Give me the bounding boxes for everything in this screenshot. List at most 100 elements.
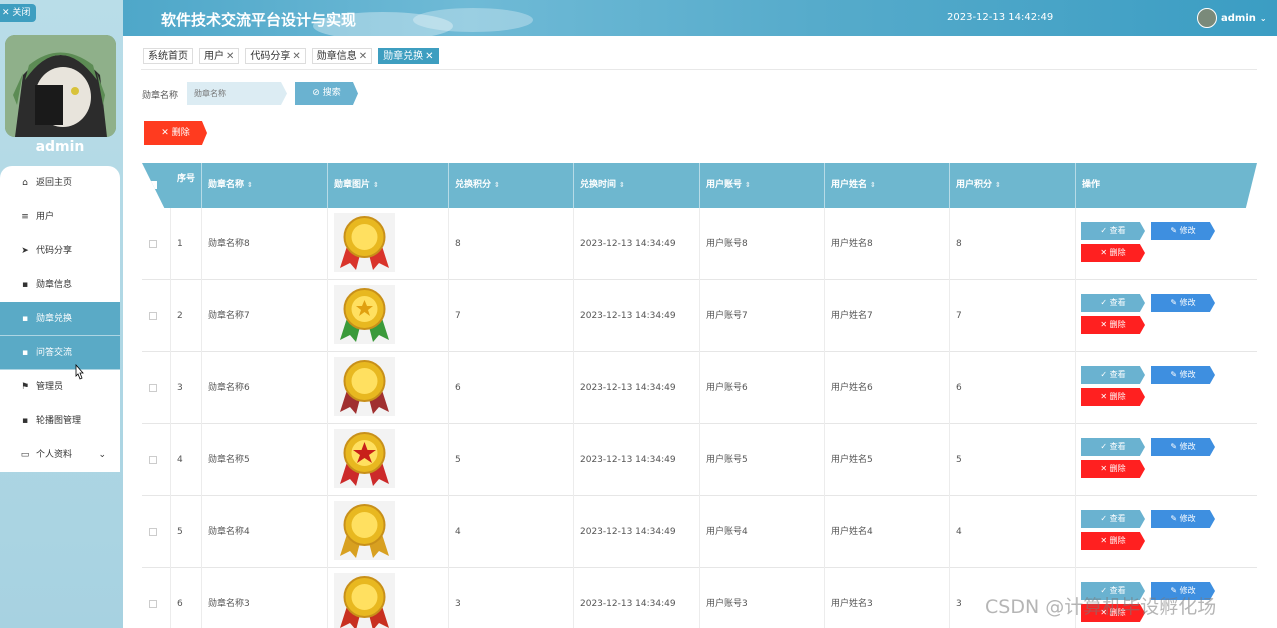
- cell-image: [328, 424, 449, 496]
- sidebar-item-2[interactable]: ➤ 代码分享: [0, 234, 120, 268]
- exchange-table: 序号 勋章名称 ⇕ 勋章图片 ⇕ 兑换积分 ⇕ 兑换时间 ⇕ 用户账号 ⇕ 用户姓名 ⇕ 用…: [142, 163, 1257, 628]
- sidebar-item-label: 问答交流: [36, 348, 73, 358]
- column-header-username-label: 用户姓名: [831, 180, 868, 190]
- cell-name: 勋章名称7: [202, 280, 328, 352]
- close-icon[interactable]: ✕: [425, 51, 433, 62]
- edit-icon: ✎: [1170, 514, 1180, 523]
- view-button-label: 查看: [1109, 226, 1126, 235]
- checkbox-cell: [142, 568, 171, 628]
- cell-time: 2023-12-13 14:34:49: [574, 496, 700, 568]
- view-button[interactable]: ✓ 查看: [1081, 438, 1145, 456]
- cell-actions: ✓ 查看 ✎ 修改 ✕ 删除: [1076, 352, 1257, 424]
- close-icon[interactable]: ✕: [292, 51, 300, 62]
- edit-button-label: 修改: [1179, 370, 1196, 379]
- search-input[interactable]: [187, 82, 287, 105]
- sidebar-item-3[interactable]: ▪ 勋章信息: [0, 268, 120, 302]
- medal-image: [334, 429, 395, 488]
- cell-username: 用户姓名3: [825, 568, 950, 628]
- edit-button[interactable]: ✎ 修改: [1151, 510, 1215, 528]
- view-button[interactable]: ✓ 查看: [1081, 294, 1145, 312]
- edit-button[interactable]: ✎ 修改: [1151, 438, 1215, 456]
- sidebar-item-5[interactable]: ▪ 问答交流: [0, 336, 120, 370]
- sort-icon: ⇕: [247, 181, 253, 189]
- view-button[interactable]: ✓ 查看: [1081, 366, 1145, 384]
- delete-button-label: 删除: [171, 128, 190, 138]
- tab-3[interactable]: 勋章信息 ✕: [311, 48, 373, 64]
- delete-button-label: 删除: [1109, 320, 1126, 329]
- cell-seq: 2: [171, 280, 202, 352]
- view-button[interactable]: ✓ 查看: [1081, 510, 1145, 528]
- batch-delete-button[interactable]: ✕ 删除: [144, 121, 207, 145]
- edit-button-label: 修改: [1179, 442, 1196, 451]
- edit-button-label: 修改: [1179, 226, 1196, 235]
- column-header-username[interactable]: 用户姓名 ⇕: [825, 163, 950, 208]
- tab-2[interactable]: 代码分享 ✕: [245, 48, 306, 64]
- sidebar-item-label: 轮播图管理: [36, 416, 82, 426]
- delete-button[interactable]: ✕ 删除: [1081, 244, 1145, 262]
- cell-account: 用户账号8: [700, 208, 825, 280]
- cell-points: 6: [449, 352, 574, 424]
- close-icon: ✕: [1100, 464, 1110, 473]
- column-header-actions: 操作: [1082, 180, 1101, 190]
- tab-4[interactable]: 勋章兑换 ✕: [378, 48, 439, 64]
- close-icon[interactable]: ✕: [226, 51, 234, 62]
- column-header-image[interactable]: 勋章图片 ⇕: [328, 163, 449, 208]
- close-sidebar-button[interactable]: ✕ 关闭: [0, 4, 37, 22]
- medal-image: [334, 285, 395, 344]
- cell-account: 用户账号5: [700, 424, 825, 496]
- delete-button[interactable]: ✕ 删除: [1081, 316, 1145, 334]
- checkbox-cell: [142, 496, 171, 568]
- user-menu[interactable]: admin ⌄: [1197, 8, 1267, 28]
- search-button[interactable]: ⊘ 搜索: [295, 82, 358, 105]
- sidebar-item-label: 代码分享: [36, 246, 73, 256]
- column-header-name[interactable]: 勋章名称 ⇕: [202, 163, 328, 208]
- table-row: 2 勋章名称7 7 2023-12-13 14:34:49 用户账号7 用户姓名7 7 ✓ 查…: [142, 280, 1257, 352]
- tab-1[interactable]: 用户 ✕: [199, 48, 240, 64]
- cell-name: 勋章名称8: [202, 208, 328, 280]
- delete-button[interactable]: ✕ 删除: [1081, 388, 1145, 406]
- edit-button[interactable]: ✎ 修改: [1151, 294, 1215, 312]
- sidebar-item-4[interactable]: ▪ 勋章兑换: [0, 302, 120, 336]
- edit-icon: ✎: [1170, 226, 1180, 235]
- cell-account: 用户账号3: [700, 568, 825, 628]
- sidebar-menu: ⌂ 返回主页 ≡ 用户 ➤ 代码分享 ▪ 勋章信息 ▪ 勋章兑换 ▪ 问答交流 ⚑ 管理员 ▪ 轮播图管理 ▭ 个…: [0, 166, 120, 472]
- medal-image: [334, 213, 395, 272]
- column-header-user-points-label: 用户积分: [956, 180, 993, 190]
- tab-0[interactable]: 系统首页: [143, 48, 193, 64]
- sidebar-item-label: 勋章信息: [36, 280, 73, 290]
- column-header-points-label: 兑换积分: [455, 180, 492, 190]
- sidebar-item-6[interactable]: ⚑ 管理员: [0, 370, 120, 404]
- column-header-user-points[interactable]: 用户积分 ⇕: [950, 163, 1076, 208]
- sidebar-item-1[interactable]: ≡ 用户: [0, 200, 120, 234]
- cell-image: [328, 280, 449, 352]
- view-button-label: 查看: [1109, 514, 1126, 523]
- edit-button[interactable]: ✎ 修改: [1151, 222, 1215, 240]
- column-header-account-label: 用户账号: [706, 180, 743, 190]
- view-button[interactable]: ✓ 查看: [1081, 222, 1145, 240]
- cell-username: 用户姓名5: [825, 424, 950, 496]
- watermark: CSDN @计算机毕设孵化场: [985, 596, 1217, 618]
- column-header-points[interactable]: 兑换积分 ⇕: [449, 163, 574, 208]
- send-icon: ➤: [21, 246, 29, 256]
- checkbox-cell: [142, 280, 171, 352]
- divider: [141, 69, 1257, 70]
- close-icon[interactable]: ✕: [359, 51, 367, 62]
- list-icon: ≡: [21, 212, 29, 222]
- sort-icon: ⇕: [494, 181, 500, 189]
- cell-points: 4: [449, 496, 574, 568]
- sidebar-item-7[interactable]: ▪ 轮播图管理: [0, 404, 120, 438]
- checkbox-cell: [142, 352, 171, 424]
- sidebar-item-0[interactable]: ⌂ 返回主页: [0, 166, 120, 200]
- edit-button[interactable]: ✎ 修改: [1151, 366, 1215, 384]
- top-header: 软件技术交流平台设计与实现 2023-12-13 14:42:49 admin …: [123, 0, 1277, 36]
- tab-bar: 系统首页 用户 ✕ 代码分享 ✕ 勋章信息 ✕ 勋章兑换 ✕: [143, 48, 439, 64]
- select-all-checkbox[interactable]: [149, 181, 157, 189]
- delete-button[interactable]: ✕ 删除: [1081, 460, 1145, 478]
- delete-button[interactable]: ✕ 删除: [1081, 532, 1145, 550]
- sidebar-item-8[interactable]: ▭ 个人资料 ⌄: [0, 438, 120, 472]
- column-header-account[interactable]: 用户账号 ⇕: [700, 163, 825, 208]
- view-button-label: 查看: [1109, 442, 1126, 451]
- sort-icon: ⇕: [995, 181, 1001, 189]
- column-header-time[interactable]: 兑换时间 ⇕: [574, 163, 700, 208]
- header-username: admin: [1221, 12, 1256, 24]
